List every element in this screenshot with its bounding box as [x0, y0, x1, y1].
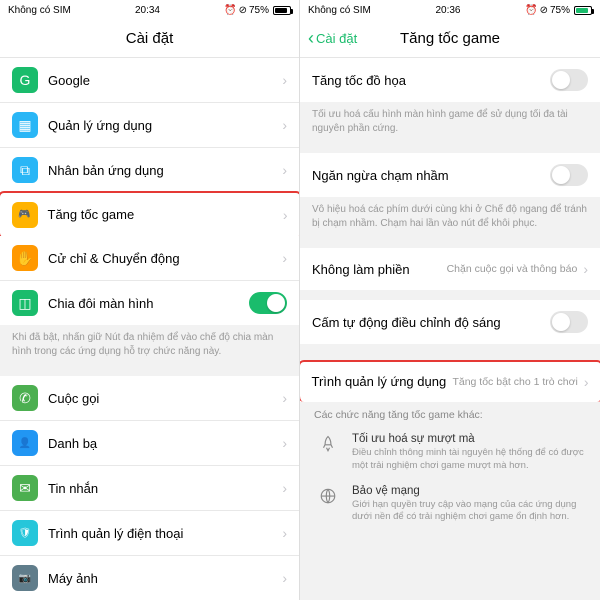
- header: ‹ Cài đặt Tăng tốc game: [300, 20, 600, 58]
- row-label: Cấm tự động điều chỉnh độ sáng: [312, 315, 550, 330]
- list-item[interactable]: ✉ Tin nhắn ›: [0, 466, 299, 511]
- battery-icon: [574, 6, 592, 15]
- row-label: Cuộc gọi: [48, 391, 276, 406]
- header: Cài đặt: [0, 20, 299, 58]
- sim-status: Không có SIM: [308, 5, 371, 16]
- back-label: Cài đặt: [316, 31, 357, 46]
- clock: 20:36: [435, 5, 460, 16]
- list-item[interactable]: ▦ Quản lý ứng dụng ›: [0, 103, 299, 148]
- features-heading: Các chức năng tăng tốc game khác:: [314, 409, 586, 421]
- row-label: Trình quản lý ứng dụng: [312, 374, 449, 389]
- status-bar: Không có SIM 20:34 ⏰ ⊘ 75%: [0, 0, 299, 20]
- brightness-row[interactable]: Cấm tự động điều chỉnh độ sáng: [300, 300, 600, 344]
- toggle[interactable]: [550, 311, 588, 333]
- list-item[interactable]: ⧉ Nhân bản ứng dụng ›: [0, 148, 299, 193]
- app-icon: G: [12, 67, 38, 93]
- app-icon: 🛡: [12, 520, 38, 546]
- chevron-right-icon: ›: [282, 570, 287, 586]
- app-icon: 📷: [12, 565, 38, 591]
- battery-text: 75%: [249, 5, 269, 16]
- list-item[interactable]: 📷 Máy ảnh ›: [0, 556, 299, 600]
- row-label: Google: [48, 73, 276, 88]
- feature-desc: Điều chỉnh thông minh tài nguyên hệ thốn…: [352, 447, 586, 473]
- row-label: Cử chỉ & Chuyển động: [48, 251, 276, 266]
- row-label: Ngăn ngừa chạm nhầm: [312, 168, 550, 183]
- split-screen-note: Khi đã bật, nhấn giữ Nút đa nhiệm để vào…: [0, 325, 299, 366]
- dnd-row[interactable]: Không làm phiền Chặn cuộc gọi và thông b…: [300, 248, 600, 290]
- toggle[interactable]: [249, 292, 287, 314]
- app-icon: ✆: [12, 385, 38, 411]
- row-label: Chia đôi màn hình: [48, 296, 249, 311]
- row-label: Không làm phiền: [312, 262, 443, 277]
- app-icon: ⧉: [12, 157, 38, 183]
- alarm-icon: ⏰: [224, 5, 236, 16]
- row-label: Tăng tốc game: [48, 207, 277, 222]
- chevron-right-icon: ›: [282, 162, 287, 178]
- app-icon: ✉: [12, 475, 38, 501]
- battery-text: 75%: [550, 5, 570, 16]
- feature-label: Tối ưu hoá sự mượt mà: [352, 433, 586, 445]
- chevron-right-icon: ›: [283, 207, 288, 223]
- list-item[interactable]: 👤 Danh bạ ›: [0, 421, 299, 466]
- battery-icon: [273, 6, 291, 15]
- row-label: Quản lý ứng dụng: [48, 118, 276, 133]
- row-sub: Chặn cuộc gọi và thông báo: [447, 263, 578, 275]
- app-icon: ▦: [12, 112, 38, 138]
- row-label: Máy ảnh: [48, 571, 276, 586]
- page-title: Tăng tốc game: [400, 30, 500, 47]
- chevron-right-icon: ›: [282, 390, 287, 406]
- chevron-right-icon: ›: [282, 435, 287, 451]
- list-item[interactable]: ✋ Cử chỉ & Chuyển động ›: [0, 236, 299, 281]
- graphics-boost-desc: Tối ưu hoá cấu hình màn hình game để sử …: [300, 102, 600, 143]
- settings-list: G Google › ▦ Quản lý ứng dụng › ⧉ Nhân bản ứng …: [0, 58, 299, 600]
- clock: 20:34: [135, 5, 160, 16]
- alarm-icon: ⏰: [525, 5, 537, 16]
- rocket-icon: [314, 433, 342, 453]
- mistouch-row[interactable]: Ngăn ngừa chạm nhầm: [300, 153, 600, 197]
- graphics-boost-row[interactable]: Tăng tốc đồ họa: [300, 58, 600, 102]
- toggle[interactable]: [550, 69, 588, 91]
- chevron-left-icon: ‹: [308, 28, 314, 49]
- right-phone: Không có SIM 20:36 ⏰ ⊘ 75% ‹ Cài đặt Tăn…: [300, 0, 600, 600]
- list-item[interactable]: ◫ Chia đôi màn hình: [0, 281, 299, 325]
- row-label: Danh bạ: [48, 436, 276, 451]
- app-icon: 👤: [12, 430, 38, 456]
- back-button[interactable]: ‹ Cài đặt: [308, 28, 357, 49]
- chevron-right-icon: ›: [282, 250, 287, 266]
- chevron-right-icon: ›: [583, 261, 588, 277]
- other-features: Các chức năng tăng tốc game khác: Tối ưu…: [300, 399, 600, 546]
- feature-label: Bảo vệ mạng: [352, 485, 586, 497]
- chevron-right-icon: ›: [584, 374, 589, 390]
- left-phone: Không có SIM 20:34 ⏰ ⊘ 75% Cài đặt G Goog…: [0, 0, 300, 600]
- list-item[interactable]: 🛡 Trình quản lý điện thoại ›: [0, 511, 299, 556]
- chevron-right-icon: ›: [282, 525, 287, 541]
- app-icon: ◫: [12, 290, 38, 316]
- globe-icon: [314, 485, 342, 505]
- row-label: Tăng tốc đồ họa: [312, 73, 550, 88]
- dnd-icon: ⊘: [540, 5, 548, 16]
- app-icon: 🎮: [12, 202, 38, 228]
- toggle[interactable]: [550, 164, 588, 186]
- app-icon: ✋: [12, 245, 38, 271]
- chevron-right-icon: ›: [282, 72, 287, 88]
- row-sub: Tăng tốc bật cho 1 trò chơi: [452, 376, 577, 388]
- chevron-right-icon: ›: [282, 117, 287, 133]
- feature-smooth: Tối ưu hoá sự mượt mà Điều chỉnh thông m…: [314, 433, 586, 473]
- list-item[interactable]: ✆ Cuộc gọi ›: [0, 376, 299, 421]
- row-label: Trình quản lý điện thoại: [48, 526, 276, 541]
- list-item[interactable]: 🎮 Tăng tốc game ›: [0, 191, 299, 239]
- row-label: Nhân bản ứng dụng: [48, 163, 276, 178]
- feature-network: Bảo vệ mạng Giới hạn quyền truy cập vào …: [314, 485, 586, 525]
- game-boost-settings: Tăng tốc đồ họa Tối ưu hoá cấu hình màn …: [300, 58, 600, 600]
- app-manager-row[interactable]: Trình quản lý ứng dụng Tăng tốc bật cho …: [300, 360, 600, 402]
- sim-status: Không có SIM: [8, 5, 71, 16]
- row-label: Tin nhắn: [48, 481, 276, 496]
- page-title: Cài đặt: [126, 30, 174, 47]
- feature-desc: Giới hạn quyền truy cập vào mạng của các…: [352, 499, 586, 525]
- chevron-right-icon: ›: [282, 480, 287, 496]
- list-item[interactable]: G Google ›: [0, 58, 299, 103]
- mistouch-desc: Vô hiệu hoá các phím dưới cùng khi ở Chế…: [300, 197, 600, 238]
- status-bar: Không có SIM 20:36 ⏰ ⊘ 75%: [300, 0, 600, 20]
- dnd-icon: ⊘: [239, 5, 247, 16]
